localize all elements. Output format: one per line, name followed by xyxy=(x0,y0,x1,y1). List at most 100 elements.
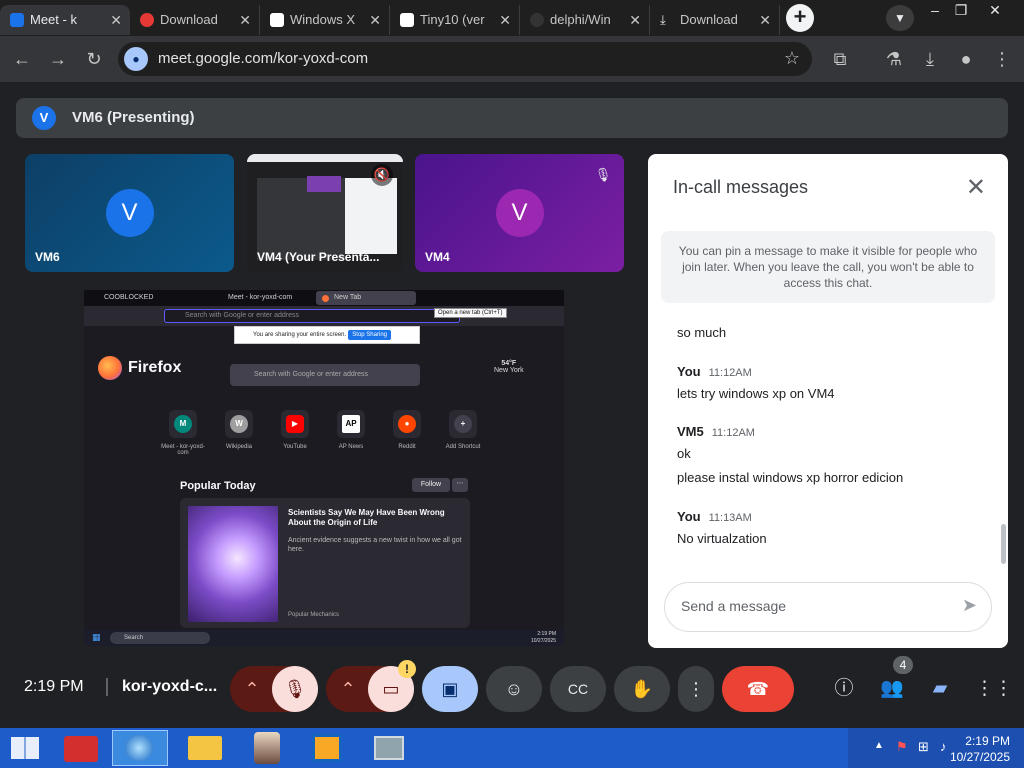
meeting-info-icon[interactable]: ⓘ xyxy=(831,676,857,702)
shared-clock: 2:19 PM 10/27/2025 xyxy=(530,631,556,644)
tab-windows-x[interactable]: Windows X ✕ xyxy=(260,5,390,35)
bookmark-star-icon[interactable]: ☆ xyxy=(784,48,800,69)
shortcut-ap-news: AP AP News xyxy=(326,410,376,450)
monitor-icon xyxy=(374,736,404,760)
more-options-icon[interactable]: ⋮ xyxy=(678,666,714,712)
meeting-clock: 2:19 PM xyxy=(24,678,84,695)
mic-off-icon[interactable]: 🎙 xyxy=(272,666,318,712)
back-arrow-icon[interactable]: ← xyxy=(9,46,35,72)
reload-icon[interactable]: ↻ xyxy=(81,46,107,72)
in-call-messages-panel: In-call messages ✕ You can pin a message… xyxy=(648,154,1008,648)
downloads-icon[interactable]: ⤓ xyxy=(917,46,943,72)
close-tab-icon[interactable]: ✕ xyxy=(369,5,381,35)
close-tab-icon[interactable]: ✕ xyxy=(110,5,122,35)
tray-volume-icon[interactable]: ♪ xyxy=(940,739,947,754)
meet-favicon-icon xyxy=(10,13,24,27)
participant-name: VM4 (Your Presenta... xyxy=(257,250,380,264)
shared-windows-taskbar: ▦ Search 2:19 PM 10/27/2025 xyxy=(84,630,564,646)
muted-speaker-icon: 🔇 xyxy=(371,164,393,186)
send-icon[interactable]: ➤ xyxy=(962,595,977,616)
browser-toolbar: ← → ↻ ● meet.google.com/kor-yoxd-com ☆ ⧉… xyxy=(0,36,1024,82)
taskbar-app-package[interactable] xyxy=(54,730,110,766)
start-button[interactable] xyxy=(0,728,48,768)
address-bar[interactable]: ● meet.google.com/kor-yoxd-com ☆ xyxy=(118,42,812,76)
participant-name: VM4 xyxy=(425,250,450,264)
message-composer: ➤ xyxy=(664,582,992,632)
tab-search-chevron-icon[interactable]: ▼ xyxy=(886,5,914,31)
popular-today-heading: Popular Today xyxy=(180,480,256,492)
taskbar-app-figure[interactable] xyxy=(240,730,296,766)
windows-logo-icon xyxy=(11,737,39,759)
message-text: lets try windows xp on VM4 xyxy=(677,386,835,401)
extensions-puzzle-icon[interactable]: ⧉ xyxy=(827,46,853,72)
avatar: V xyxy=(495,189,544,237)
tab-download-2[interactable]: ⤓ Download ✕ xyxy=(650,5,780,35)
labs-flask-icon[interactable]: ⚗ xyxy=(881,46,907,72)
folder-icon xyxy=(188,736,222,760)
participant-tile-self-presentation[interactable]: 🔇 VM4 (Your Presenta... xyxy=(247,154,403,272)
reactions-emoji-icon[interactable]: ☺ xyxy=(486,666,542,712)
chat-icon[interactable]: ▰ xyxy=(927,676,953,702)
tab-title: Tiny10 (ver xyxy=(420,12,485,27)
captions-icon[interactable]: CC xyxy=(550,666,606,712)
shortcut-add: + Add Shortcut xyxy=(438,410,488,450)
chrome-menu-icon[interactable]: ⋮ xyxy=(989,46,1015,72)
send-message-input[interactable] xyxy=(681,598,941,614)
activities-grid-icon[interactable]: ⋮⋮ xyxy=(975,676,1013,702)
raise-hand-icon[interactable]: ✋ xyxy=(614,666,670,712)
tab-title: delphi/Win xyxy=(550,12,611,27)
tray-flag-icon[interactable]: ⚑ xyxy=(896,739,908,755)
people-icon[interactable]: 👥 xyxy=(879,676,905,702)
message-text: please instal windows xp horror edicion xyxy=(677,470,904,485)
tab-title: Download xyxy=(160,12,218,27)
taskbar-app-delphi[interactable] xyxy=(300,730,356,766)
taskbar-app-monitor[interactable] xyxy=(362,730,418,766)
story-title: Scientists Say We May Have Been Wrong Ab… xyxy=(288,508,445,527)
tab-meet[interactable]: Meet - k ✕ xyxy=(0,5,130,35)
present-screen-button[interactable]: ▣ xyxy=(422,666,478,712)
close-panel-icon[interactable]: ✕ xyxy=(966,173,986,202)
tray-clock[interactable]: 2:19 PM 10/27/2025 xyxy=(950,733,1010,765)
close-window-icon[interactable]: ✕ xyxy=(980,0,1010,24)
close-tab-icon[interactable]: ✕ xyxy=(629,5,641,35)
presenting-label: VM6 (Presenting) xyxy=(72,109,195,126)
restore-icon[interactable]: ❐ xyxy=(946,0,976,24)
participant-tile-vm4[interactable]: V 🎙 VM4 xyxy=(415,154,624,272)
mic-options-chevron-icon[interactable]: ⌃ xyxy=(230,666,274,712)
shortcut-wikipedia: W Wikipedia xyxy=(214,410,264,450)
participant-name: VM6 xyxy=(35,250,60,264)
story-source: Popular Mechanics xyxy=(288,612,340,618)
leave-call-button[interactable]: ☎ xyxy=(722,666,794,712)
participant-tile-vm6[interactable]: V VM6 xyxy=(25,154,234,272)
story-image xyxy=(188,506,278,622)
windows-taskbar: ▲ ⚑ ⊞ ♪ 2:19 PM 10/27/2025 xyxy=(0,728,1024,768)
wikipedia-favicon-icon xyxy=(400,13,414,27)
story-card: Scientists Say We May Have Been Wrong Ab… xyxy=(180,498,470,628)
tray-network-icon[interactable]: ⊞ xyxy=(918,739,929,755)
system-tray: ▲ ⚑ ⊞ ♪ 2:19 PM 10/27/2025 xyxy=(848,728,1024,768)
profile-icon[interactable]: ● xyxy=(953,46,979,72)
firefox-tab-active: New Tab xyxy=(316,291,416,305)
microphone-icon[interactable]: ● xyxy=(124,47,148,71)
stop-sharing-button: Stop Sharing xyxy=(348,330,391,340)
tab-download-1[interactable]: Download ✕ xyxy=(130,5,260,35)
close-tab-icon[interactable]: ✕ xyxy=(759,5,771,35)
firefox-logo-icon xyxy=(98,356,122,380)
chat-scrollbar[interactable] xyxy=(1001,524,1006,564)
new-tab-button[interactable]: + xyxy=(786,4,814,32)
microphone-control: ⌃ 🎙 xyxy=(230,666,318,712)
close-tab-icon[interactable]: ✕ xyxy=(239,5,251,35)
close-tab-icon[interactable]: ✕ xyxy=(499,5,511,35)
tab-tiny10[interactable]: Tiny10 (ver ✕ xyxy=(390,5,520,35)
url-text[interactable]: meet.google.com/kor-yoxd-com xyxy=(158,50,368,67)
taskbar-app-explorer[interactable] xyxy=(178,730,234,766)
camera-warning-badge: ! xyxy=(398,660,416,678)
tray-expand-icon[interactable]: ▲ xyxy=(874,740,884,751)
taskbar-app-network[interactable] xyxy=(112,730,168,766)
people-count-badge: 4 xyxy=(893,656,913,674)
tab-delphi[interactable]: delphi/Win ✕ xyxy=(520,5,650,35)
camera-options-chevron-icon[interactable]: ⌃ xyxy=(326,666,370,712)
forward-arrow-icon[interactable]: → xyxy=(45,46,71,72)
download-arrow-icon: ⤓ xyxy=(660,12,666,27)
package-icon xyxy=(64,736,98,762)
